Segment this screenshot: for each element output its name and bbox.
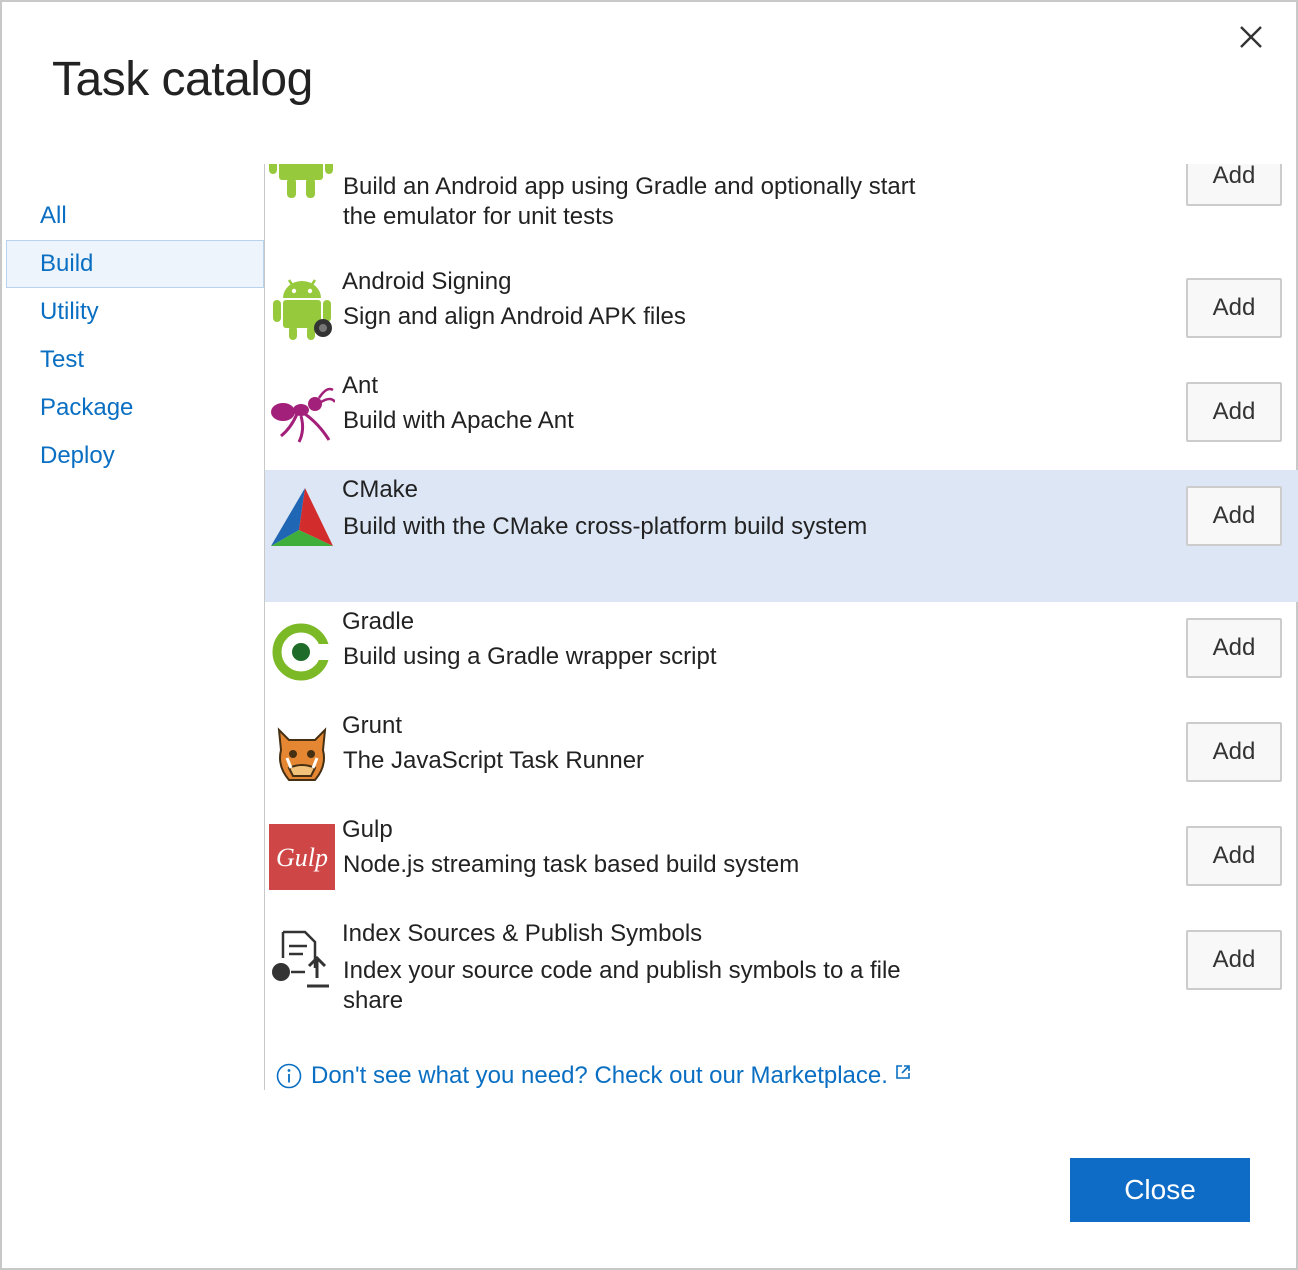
android-icon [269,164,333,198]
task-name: Index Sources & Publish Symbols [342,920,703,947]
task-description: Build with the CMake cross-platform buil… [343,513,868,540]
task-name: Gulp [342,816,393,843]
task-description: Sign and align Android APK files [343,303,686,330]
category-all[interactable]: All [2,192,264,240]
category-utility[interactable]: Utility [2,288,264,336]
external-link-icon [896,1065,910,1079]
task-row: Ant Build with Apache Ant Add [265,366,1298,470]
ant-icon [271,387,335,443]
task-description: Build using a Gradle wrapper script [343,643,717,670]
info-icon [276,1063,302,1089]
add-button[interactable]: Add [1186,826,1282,886]
category-deploy[interactable]: Deploy [2,432,264,480]
add-button[interactable]: Add [1186,618,1282,678]
task-list[interactable]: Build an Android app using Gradle and op… [265,164,1298,1064]
add-button[interactable]: Add [1186,930,1282,990]
add-button[interactable]: Add [1186,722,1282,782]
task-row: Android Signing Sign and align Android A… [265,262,1298,366]
task-catalog-dialog: Task catalog All Build Utility Test Pack… [0,0,1298,1270]
gradle-icon [272,623,335,681]
add-button[interactable]: Add [1186,164,1282,206]
add-button[interactable]: Add [1186,382,1282,442]
android-signing-icon [273,279,332,340]
marketplace-link[interactable]: Don't see what you need? Check out our M… [276,1060,912,1092]
task-name: Ant [342,372,379,399]
close-icon[interactable] [1234,20,1268,54]
task-name: CMake [342,476,419,503]
task-name: Grunt [342,712,403,739]
category-sidebar: All Build Utility Test Package Deploy [2,192,264,480]
task-row: Grunt The JavaScript Task Runner Add [265,706,1298,810]
task-description: Build an Android app using Gradle and op… [343,173,916,230]
cmake-icon [271,488,333,546]
index-symbols-icon [272,930,329,988]
gulp-icon: Gulp [269,824,335,890]
dialog-title: Task catalog [52,53,313,106]
add-button[interactable]: Add [1186,486,1282,546]
grunt-icon [277,727,327,781]
task-row: Index Sources & Publish Symbols Index yo… [265,914,1298,1046]
task-description: Index your source code and publish symbo… [343,957,901,1014]
task-row: Gulp Gulp Node.js streaming task based b… [265,810,1298,914]
close-button[interactable]: Close [1070,1158,1250,1222]
category-package[interactable]: Package [2,384,264,432]
task-description: The JavaScript Task Runner [343,747,645,774]
task-description: Node.js streaming task based build syste… [343,851,800,878]
task-row-selected[interactable]: CMake Build with the CMake cross-platfor… [265,470,1298,602]
task-name: Gradle [342,608,415,635]
svg-text:Gulp: Gulp [276,843,328,872]
task-description: Build with Apache Ant [343,407,574,434]
task-row: Build an Android app using Gradle and op… [265,164,1298,244]
marketplace-link-text[interactable]: Don't see what you need? Check out our M… [311,1062,888,1090]
task-row: Gradle Build using a Gradle wrapper scri… [265,602,1298,706]
category-test[interactable]: Test [2,336,264,384]
task-name: Android Signing [342,268,512,295]
category-build[interactable]: Build [6,240,264,288]
add-button[interactable]: Add [1186,278,1282,338]
